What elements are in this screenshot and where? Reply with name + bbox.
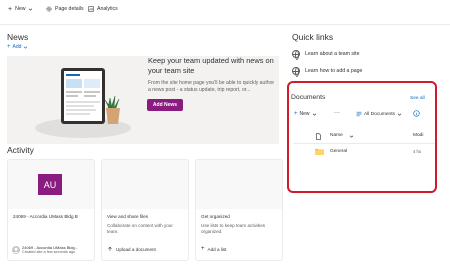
documents-header-row: Name Modi xyxy=(293,131,435,144)
upload-icon xyxy=(108,246,112,251)
documents-new-button[interactable]: + New xyxy=(294,111,317,117)
news-headline: Keep your team updated with news on your… xyxy=(148,56,274,75)
plus-icon: + xyxy=(8,5,13,13)
chevron-down-icon xyxy=(24,46,28,49)
news-illustration xyxy=(35,68,131,138)
new-command[interactable]: + New xyxy=(8,5,33,13)
analytics-label: Analytics xyxy=(97,6,118,12)
document-name[interactable]: General xyxy=(330,149,347,154)
quick-link-item[interactable]: Learn about a team site xyxy=(292,50,360,60)
plus-icon: + xyxy=(201,246,205,252)
quick-link-label: Learn how to add a page xyxy=(305,68,363,74)
analytics-command[interactable]: Analytics xyxy=(88,6,118,12)
activity-card-site[interactable]: AU 24069 - Accordia UMass Bldg B 24069 -… xyxy=(7,159,95,261)
page-details-command[interactable]: Page details xyxy=(46,6,84,12)
globe-icon xyxy=(292,67,300,77)
document-modified: 4 ho xyxy=(413,149,422,154)
card-description: Use lists to keep team activities organi… xyxy=(201,223,266,235)
chevron-down-icon xyxy=(349,135,354,138)
upload-document-label: Upload a document xyxy=(116,246,156,252)
card-description: Collaborate on content with your team. xyxy=(107,223,173,235)
activity-title: Activity xyxy=(7,145,34,155)
view-list-icon xyxy=(356,111,362,117)
news-banner: Keep your team updated with news on your… xyxy=(7,56,279,144)
documents-title: Documents xyxy=(291,94,326,101)
page-details-label: Page details xyxy=(55,6,84,12)
documents-see-all-link[interactable]: See all xyxy=(410,96,425,101)
documents-new-label: New xyxy=(299,111,310,117)
card-title: Get organized xyxy=(201,214,230,219)
plus-icon: + xyxy=(7,44,11,50)
chevron-down-icon xyxy=(29,8,33,11)
new-command-label: New xyxy=(15,6,26,12)
quick-link-item[interactable]: Learn how to add a page xyxy=(292,67,363,77)
column-name-header[interactable]: Name xyxy=(330,133,343,138)
column-modified-header[interactable]: Modi xyxy=(413,133,423,138)
card-thumbnail xyxy=(196,160,282,209)
command-bar: + New Page details Analytics xyxy=(0,0,450,25)
add-list-action[interactable]: + Add a list xyxy=(201,246,226,252)
news-add-button[interactable]: + Add xyxy=(7,44,28,50)
globe-icon xyxy=(292,50,300,60)
card-thumbnail xyxy=(102,160,188,209)
activity-card-files[interactable]: View and share files Collaborate on cont… xyxy=(101,159,189,261)
documents-view-selector[interactable]: All Documents xyxy=(356,111,402,117)
analytics-icon xyxy=(88,6,94,12)
chevron-down-icon xyxy=(397,113,402,116)
news-title: News xyxy=(7,32,29,42)
avatar xyxy=(12,246,20,254)
gear-icon xyxy=(46,6,52,12)
add-news-button[interactable]: Add News xyxy=(147,99,183,111)
activity-card-lists[interactable]: Get organized Use lists to keep team act… xyxy=(195,159,283,261)
documents-view-label: All Documents xyxy=(364,111,395,117)
news-body: From the site home page you'll be able t… xyxy=(148,80,275,93)
card-title: 24069 - Accordia UMass Bldg B xyxy=(13,214,78,219)
file-type-icon xyxy=(316,133,321,140)
card-title: View and share files xyxy=(107,214,149,219)
news-add-label: Add xyxy=(12,44,22,50)
site-avatar: AU xyxy=(38,174,62,195)
add-list-label: Add a list xyxy=(207,246,227,252)
quick-links-title: Quick links xyxy=(292,32,334,42)
documents-more-button[interactable]: ··· xyxy=(334,110,340,116)
info-icon[interactable] xyxy=(413,110,420,117)
chevron-down-icon xyxy=(312,113,316,116)
quick-link-label: Learn about a team site xyxy=(305,51,360,57)
table-row[interactable]: General 4 ho xyxy=(293,146,435,158)
upload-document-action[interactable]: Upload a document xyxy=(107,246,156,252)
plus-icon: + xyxy=(294,111,298,117)
folder-icon xyxy=(315,148,324,155)
card-subtitle: Created site a few seconds ago xyxy=(22,250,76,254)
